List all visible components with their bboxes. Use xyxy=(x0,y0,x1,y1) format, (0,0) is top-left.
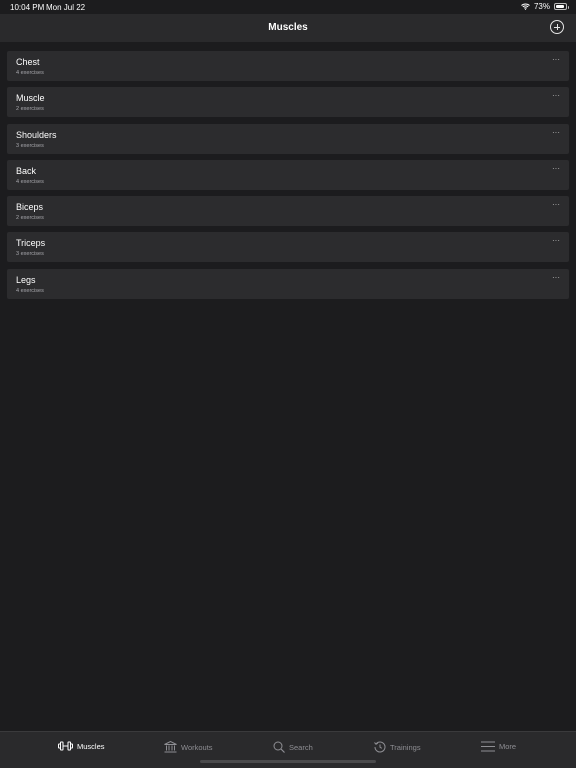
list-item-legs[interactable]: Legs 4 exercises ··· xyxy=(7,268,569,299)
item-name: Shoulders xyxy=(16,129,57,140)
page-title: Muscles xyxy=(268,22,308,33)
item-name: Chest xyxy=(16,57,40,67)
more-options-button[interactable]: ··· xyxy=(552,128,560,137)
item-count: 3 exercises xyxy=(16,142,44,149)
item-name: Biceps xyxy=(16,202,44,213)
status-time: 10:04 PM xyxy=(10,3,45,12)
list-item-shoulders[interactable]: Shoulders 3 exercises ··· xyxy=(7,123,569,154)
history-icon xyxy=(374,741,386,753)
tab-muscles[interactable]: Muscles xyxy=(58,741,105,751)
dumbbell-icon xyxy=(58,741,73,751)
battery-percent: 73% xyxy=(533,2,550,11)
list-item-back[interactable]: Back 4 exercises ··· xyxy=(7,159,569,190)
tab-more[interactable]: More xyxy=(481,741,516,752)
list-item-triceps[interactable]: Triceps 3 exercises ··· xyxy=(7,232,569,263)
item-name: Back xyxy=(16,165,37,176)
tab-label: Trainings xyxy=(390,742,421,752)
battery-fill xyxy=(556,5,565,8)
tab-label: Muscles xyxy=(77,741,105,751)
more-options-button[interactable]: ··· xyxy=(552,200,560,209)
list-item-chest[interactable]: Chest 4 exercises ··· xyxy=(7,51,569,81)
tab-label: More xyxy=(499,742,517,751)
add-muscle-button[interactable] xyxy=(550,20,564,34)
item-count: 2 exercises xyxy=(16,215,44,222)
status-bar: 10:04 PM Mon Jul 22 73% xyxy=(0,0,576,14)
item-name: Triceps xyxy=(16,238,46,249)
item-count: 2 exercises xyxy=(16,106,44,113)
battery-icon xyxy=(554,3,569,10)
item-count: 4 exercises xyxy=(16,70,44,76)
more-options-button[interactable]: ··· xyxy=(552,91,560,100)
item-count: 3 exercises xyxy=(16,251,44,258)
muscle-list: Chest 4 exercises ··· Muscle 2 exercises… xyxy=(7,51,569,305)
item-name: Muscle xyxy=(16,93,45,104)
tab-workouts[interactable]: Workouts xyxy=(164,741,213,753)
item-name: Legs xyxy=(16,274,36,285)
status-date: Mon Jul 22 xyxy=(46,3,86,12)
tab-label: Search xyxy=(289,742,313,752)
list-item-biceps[interactable]: Biceps 2 exercises ··· xyxy=(7,196,569,227)
list-item-muscle[interactable]: Muscle 2 exercises ··· xyxy=(7,87,569,118)
wifi-icon xyxy=(521,3,530,10)
nav-bar: Muscles xyxy=(0,14,576,42)
search-icon xyxy=(273,741,285,753)
more-options-button[interactable]: ··· xyxy=(552,164,560,173)
item-count: 4 exercises xyxy=(16,178,44,185)
item-count: 4 exercises xyxy=(16,287,44,294)
tab-label: Workouts xyxy=(181,742,213,752)
more-options-button[interactable]: ··· xyxy=(552,236,560,245)
tab-trainings[interactable]: Trainings xyxy=(374,741,421,753)
more-options-button[interactable]: ··· xyxy=(552,273,560,282)
status-indicators: 73% xyxy=(521,2,569,11)
menu-icon xyxy=(481,741,495,752)
more-options-button[interactable]: ··· xyxy=(552,55,560,64)
home-indicator xyxy=(200,760,376,763)
tab-search[interactable]: Search xyxy=(273,741,313,753)
building-columns-icon xyxy=(164,741,177,753)
